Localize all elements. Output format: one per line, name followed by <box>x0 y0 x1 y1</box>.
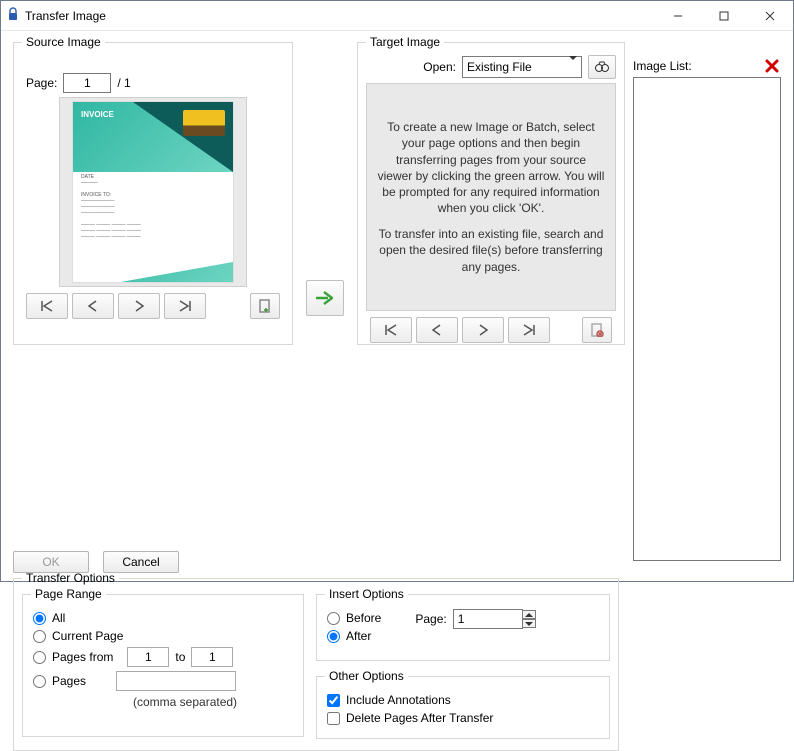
page-range-all[interactable]: All <box>33 611 293 625</box>
insert-page-label: Page: <box>415 612 446 626</box>
ok-button[interactable]: OK <box>13 551 89 573</box>
target-first-button[interactable] <box>370 317 412 343</box>
insert-after[interactable]: After <box>327 629 381 643</box>
target-prev-button[interactable] <box>416 317 458 343</box>
target-image-group: Target Image Open: Existing File To crea… <box>357 35 625 345</box>
insert-options-group: Insert Options Before After <box>316 587 610 661</box>
chevron-down-icon <box>569 60 577 74</box>
insert-before[interactable]: Before <box>327 611 381 625</box>
source-first-button[interactable] <box>26 293 68 319</box>
insert-page-input[interactable] <box>453 609 523 629</box>
image-list[interactable] <box>633 77 781 561</box>
image-list-label: Image List: <box>633 59 692 73</box>
minimize-button[interactable] <box>655 1 701 31</box>
delete-after-transfer[interactable]: Delete Pages After Transfer <box>327 711 599 725</box>
cancel-button[interactable]: Cancel <box>103 551 179 573</box>
target-last-button[interactable] <box>508 317 550 343</box>
target-next-button[interactable] <box>462 317 504 343</box>
source-page-input[interactable] <box>63 73 111 93</box>
source-legend: Source Image <box>22 35 105 49</box>
source-thumbnail[interactable]: INVOICE DATE–––––– INVOICE TO:––––––––––… <box>59 97 247 287</box>
maximize-button[interactable] <box>701 1 747 31</box>
pages-list-input[interactable] <box>116 671 236 691</box>
source-last-button[interactable] <box>164 293 206 319</box>
page-total: / 1 <box>117 76 130 90</box>
source-add-page-button[interactable] <box>250 293 280 319</box>
page-label: Page: <box>26 76 57 90</box>
target-legend: Target Image <box>366 35 444 49</box>
clear-image-list-button[interactable] <box>763 57 781 75</box>
pages-from-input[interactable] <box>127 647 169 667</box>
source-next-button[interactable] <box>118 293 160 319</box>
open-select[interactable]: Existing File <box>462 56 582 78</box>
source-prev-button[interactable] <box>72 293 114 319</box>
window-title: Transfer Image <box>25 9 106 23</box>
page-range-group: Page Range All Current Page Pages from t… <box>22 587 304 737</box>
include-annotations[interactable]: Include Annotations <box>327 693 599 707</box>
lock-icon <box>7 7 19 24</box>
target-help-area: To create a new Image or Batch, select y… <box>366 83 616 311</box>
close-button[interactable] <box>747 1 793 31</box>
insert-page-up[interactable] <box>522 610 536 619</box>
transfer-options-legend: Transfer Options <box>22 571 119 585</box>
target-remove-page-button[interactable] <box>582 317 612 343</box>
source-image-group: Source Image Page: / 1 INVOICE DATE–––––… <box>13 35 293 345</box>
pages-to-input[interactable] <box>191 647 233 667</box>
pages-hint: (comma separated) <box>133 695 295 709</box>
transfer-arrow-button[interactable] <box>306 280 344 316</box>
page-range-pages[interactable]: Pages <box>33 671 293 691</box>
other-options-group: Other Options Include Annotations Delete… <box>316 669 610 739</box>
page-range-from[interactable]: Pages from to <box>33 647 293 667</box>
search-button[interactable] <box>588 55 616 79</box>
open-label: Open: <box>423 60 456 74</box>
insert-page-down[interactable] <box>522 619 536 628</box>
page-range-current[interactable]: Current Page <box>33 629 293 643</box>
titlebar: Transfer Image <box>1 1 793 31</box>
transfer-options-group: Transfer Options Page Range All Current … <box>13 571 619 751</box>
